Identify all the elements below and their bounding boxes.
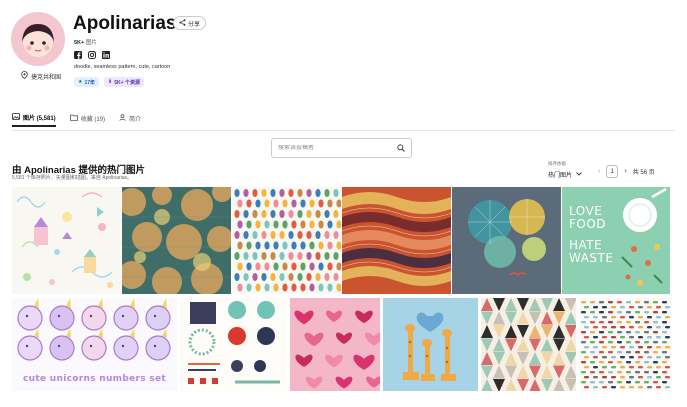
download-icon: ⬇ [108,79,113,85]
tile-colorful-dots[interactable] [232,187,341,294]
tile-love-food-hate-waste[interactable]: LOVE FOOD HATE WASTE [562,187,670,294]
followers-label: 图片 [85,40,97,46]
page-total: 共 56 页 [632,170,655,176]
social-links [74,51,110,59]
tab-collections-label: 收藏 (19) [80,116,106,123]
location-label: 捷克共和国 [31,74,62,81]
tile-tribal-waves[interactable] [342,187,451,294]
sort-dropdown[interactable]: 热门图片 [548,170,582,179]
location-pin-icon [21,71,28,81]
resources-badge-label: 5K+ 个资源 [114,79,140,86]
profile-badges: ★ 17年 ⬇ 5K+ 个资源 [74,77,144,87]
search-icon[interactable] [397,139,405,157]
tile-paint-swatches[interactable] [180,298,287,391]
followers-number: 5K+ [74,40,85,46]
chevron-down-icon [576,171,582,178]
chevron-left-icon[interactable]: ‹ [598,168,600,175]
instagram-icon[interactable] [88,51,96,59]
tile-unicorn-numbers[interactable]: cute unicorns numbers set [12,298,177,391]
tile-pink-hearts[interactable] [290,298,380,391]
tab-images-label: 图片 (5,581) [23,115,56,122]
user-icon [119,113,126,123]
rank-badge: ★ 17年 [74,77,100,87]
chevron-right-icon[interactable]: › [624,168,626,175]
profile-tabs: 图片 (5,581) 收藏 (19) 简介 [12,109,141,127]
location: 捷克共和国 [21,71,61,81]
tile-orange-circles[interactable] [122,187,231,294]
profile-tags: doodle, seamless pattern, cute, cartoon [74,64,171,70]
page-input[interactable]: 1 [606,165,619,178]
tile-giraffes[interactable] [383,298,478,391]
share-label: 分享 [187,21,200,28]
tabs-divider [12,130,675,131]
star-icon: ★ [78,79,83,85]
sort-value: 热门图片 [548,173,573,179]
tab-about-label: 简介 [129,116,142,123]
tile-doodle-kids[interactable] [12,187,121,294]
sort-label: 排序依据 [548,161,566,166]
tile-triangles[interactable] [481,298,576,391]
share-button[interactable]: 分享 [173,16,206,30]
contributor-search[interactable] [271,138,412,158]
love-food-text: LOVE FOOD [569,204,607,231]
tile-fireworks[interactable] [452,187,561,294]
linkedin-icon[interactable] [102,51,110,59]
unicorn-caption: cute unicorns numbers set [23,374,166,384]
hate-waste-text: HATE WASTE [569,238,614,265]
search-input[interactable] [278,145,388,151]
profile-name: Apolinarias [73,13,177,34]
pagination: ‹ 1 › 共 56 页 [598,165,655,178]
tab-collections[interactable]: 收藏 (19) [69,109,106,127]
tile-dash-pattern[interactable] [579,298,671,391]
avatar[interactable] [11,12,65,66]
facebook-icon[interactable] [74,51,82,59]
tab-about[interactable]: 简介 [119,109,141,127]
image-icon [12,112,20,122]
followers-count: 5K+ 图片 [74,38,97,46]
resources-badge: ⬇ 5K+ 个资源 [104,77,144,87]
tab-images[interactable]: 图片 (5,581) [12,109,56,127]
share-icon [179,18,186,28]
section-subtitle: 5,581 个库存照片、矢量图和插图。来自 Apolinarias。 [12,175,133,181]
rank-badge-label: 17年 [84,79,96,86]
folder-icon [69,114,78,123]
